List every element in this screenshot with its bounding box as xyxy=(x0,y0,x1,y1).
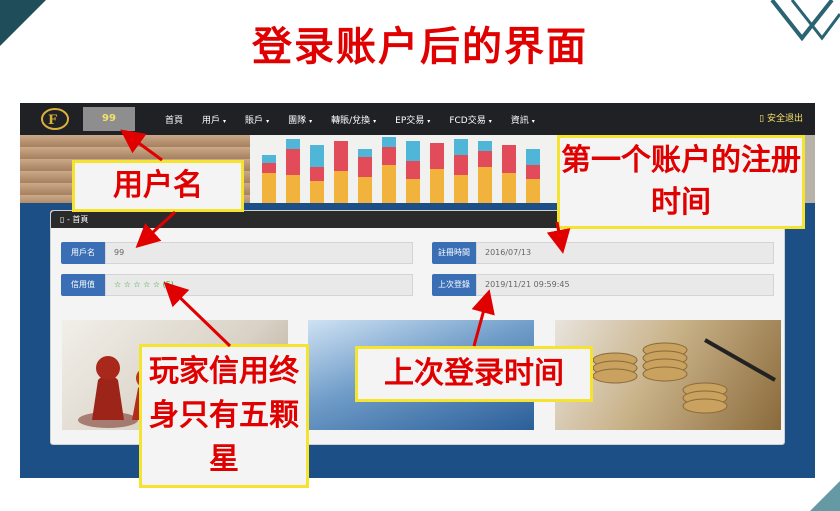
logout-label: 安全退出 xyxy=(766,114,803,124)
slide-title: 登录账户后的界面 xyxy=(252,24,588,70)
nav-item-label: 用戶 xyxy=(202,115,221,126)
logout-button[interactable]: ▯ 安全退出 xyxy=(759,103,803,135)
callout-username: 用户名 xyxy=(72,160,244,212)
lock-icon: ▯ xyxy=(759,114,765,124)
callout-last-login: 上次登录时间 xyxy=(355,346,593,402)
callout-credit: 玩家信用终身只有五颗星 xyxy=(139,344,309,488)
username-value: 99 xyxy=(105,242,413,264)
credit-label: 信用值 xyxy=(61,274,105,296)
nav-menu: 首頁 用戶 ▾ 賬戶 ▾ 團隊 ▾ 轉賬/兌換 ▾ EP交易 ▾ FCD交易 ▾ 資訊 ▾ xyxy=(165,103,554,135)
nav-item-account[interactable]: 賬戶 ▾ xyxy=(245,113,269,126)
nav-item-ep-trade[interactable]: EP交易 ▾ xyxy=(395,113,430,126)
chevron-down-icon: ▾ xyxy=(309,117,313,125)
register-time-value: 2016/07/13 xyxy=(476,242,774,264)
logo[interactable]: F xyxy=(40,107,70,131)
credit-field: 信用值 ☆ ☆ ☆ ☆ ☆ (5) xyxy=(61,274,413,296)
chevron-down-icon: ▾ xyxy=(531,117,535,125)
nav-item-label: 轉賬/兌換 xyxy=(331,115,371,126)
nav-item-fcd-trade[interactable]: FCD交易 ▾ xyxy=(449,113,491,126)
chevron-down-icon: ▾ xyxy=(266,117,270,125)
username-chip[interactable]: 99 xyxy=(83,107,135,131)
credit-value: ☆ ☆ ☆ ☆ ☆ (5) xyxy=(105,274,413,296)
nav-item-label: 首頁 xyxy=(165,115,184,126)
nav-item-user[interactable]: 用戶 ▾ xyxy=(202,113,226,126)
register-time-label: 註冊時間 xyxy=(432,242,476,264)
nav-item-label: 資訊 xyxy=(510,115,529,126)
callout-register-time: 第一个账户的注册时间 xyxy=(557,135,805,229)
nav-item-team[interactable]: 團隊 ▾ xyxy=(288,113,312,126)
nav-item-label: 賬戶 xyxy=(245,115,264,126)
last-login-value: 2019/11/21 09:59:45 xyxy=(476,274,774,296)
banner-bar-graphic xyxy=(262,137,540,203)
nav-item-info[interactable]: 資訊 ▾ xyxy=(511,113,535,126)
nav-item-home[interactable]: 首頁 xyxy=(165,113,183,126)
star-rating-icon: ☆ ☆ ☆ ☆ ☆ xyxy=(114,280,161,289)
corner-decoration xyxy=(810,481,840,511)
nav-item-label: EP交易 xyxy=(395,115,425,126)
slide: 登录账户后的界面 F 99 首頁 用戶 ▾ 賬戶 ▾ 團隊 ▾ 轉賬/兌換 ▾ EP交易… xyxy=(0,0,840,511)
top-navbar: F 99 首頁 用戶 ▾ 賬戶 ▾ 團隊 ▾ 轉賬/兌換 ▾ EP交易 ▾ FCD交易 ▾ … xyxy=(20,103,815,135)
register-time-field: 註冊時間 2016/07/13 xyxy=(432,242,784,264)
svg-text:F: F xyxy=(48,113,58,128)
chevron-down-icon: ▾ xyxy=(373,117,377,125)
nav-item-label: FCD交易 xyxy=(449,115,486,126)
chevron-down-icon: ▾ xyxy=(427,117,431,125)
credit-count: (5) xyxy=(162,280,174,289)
nav-item-transfer[interactable]: 轉賬/兌換 ▾ xyxy=(331,113,376,126)
chevron-down-icon: ▾ xyxy=(223,117,227,125)
nav-item-label: 團隊 xyxy=(288,115,307,126)
username-label: 用戶名 xyxy=(61,242,105,264)
last-login-label: 上次登錄 xyxy=(432,274,476,296)
username-field: 用戶名 99 xyxy=(61,242,413,264)
chevron-down-icon: ▾ xyxy=(488,117,492,125)
last-login-field: 上次登錄 2019/11/21 09:59:45 xyxy=(432,274,784,296)
